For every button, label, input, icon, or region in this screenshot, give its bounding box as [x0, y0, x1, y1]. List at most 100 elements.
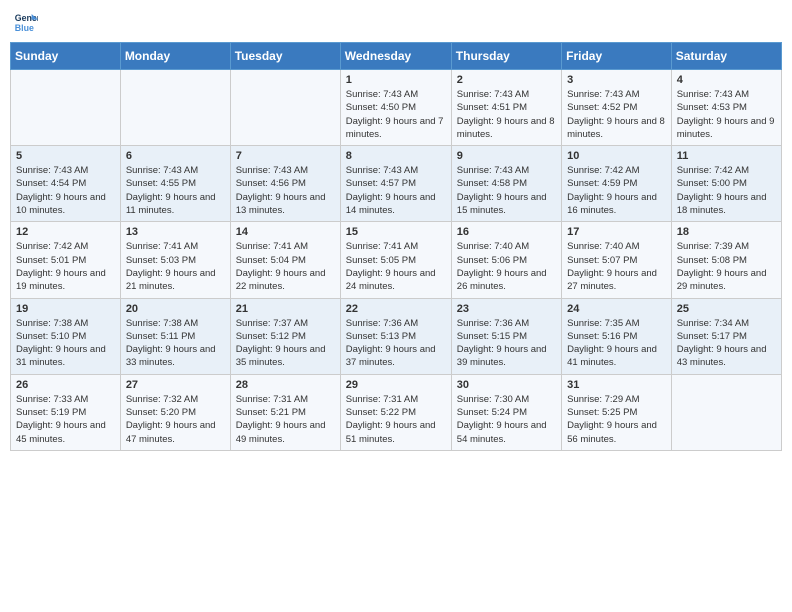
calendar-cell: 24 Sunrise: 7:35 AM Sunset: 5:16 PM Dayli… [562, 298, 672, 374]
day-number: 6 [126, 150, 225, 162]
calendar-cell: 2 Sunrise: 7:43 AM Sunset: 4:51 PM Daylig… [451, 70, 561, 146]
column-header-friday: Friday [562, 43, 672, 70]
day-info: Sunrise: 7:29 AM Sunset: 5:25 PM Dayligh… [567, 393, 666, 446]
day-info: Sunrise: 7:41 AM Sunset: 5:04 PM Dayligh… [236, 240, 335, 293]
day-number: 21 [236, 303, 335, 315]
calendar-cell: 30 Sunrise: 7:30 AM Sunset: 5:24 PM Dayli… [451, 374, 561, 450]
calendar-cell: 14Sunrise: 7:41 AM Sunset: 5:04 PM Dayli… [230, 222, 340, 298]
calendar-cell [11, 70, 121, 146]
calendar-cell: 27 Sunrise: 7:32 AM Sunset: 5:20 PM Dayli… [120, 374, 230, 450]
day-number: 9 [457, 150, 556, 162]
calendar-cell: 22Sunrise: 7:36 AM Sunset: 5:13 PM Dayli… [340, 298, 451, 374]
day-number: 17 [567, 226, 666, 238]
day-info: Sunrise: 7:42 AM Sunset: 5:00 PM Dayligh… [677, 164, 776, 217]
day-info: Sunrise: 7:30 AM Sunset: 5:24 PM Dayligh… [457, 393, 556, 446]
day-info: Sunrise: 7:31 AM Sunset: 5:22 PM Dayligh… [346, 393, 446, 446]
day-number: 12 [16, 226, 115, 238]
day-info: Sunrise: 7:32 AM Sunset: 5:20 PM Dayligh… [126, 393, 225, 446]
calendar-cell: 5 Sunrise: 7:43 AM Sunset: 4:54 PM Daylig… [11, 146, 121, 222]
calendar-cell: 20 Sunrise: 7:38 AM Sunset: 5:11 PM Dayli… [120, 298, 230, 374]
calendar-cell: 19 Sunrise: 7:38 AM Sunset: 5:10 PM Dayli… [11, 298, 121, 374]
day-info: Sunrise: 7:38 AM Sunset: 5:10 PM Dayligh… [16, 317, 115, 370]
day-info: Sunrise: 7:41 AM Sunset: 5:05 PM Dayligh… [346, 240, 446, 293]
day-number: 25 [677, 303, 776, 315]
day-number: 22 [346, 303, 446, 315]
calendar-cell: 11 Sunrise: 7:42 AM Sunset: 5:00 PM Dayli… [671, 146, 781, 222]
column-header-wednesday: Wednesday [340, 43, 451, 70]
page-header: General Blue [10, 10, 782, 34]
calendar-cell: 3 Sunrise: 7:43 AM Sunset: 4:52 PM Daylig… [562, 70, 672, 146]
calendar-week-2: 5 Sunrise: 7:43 AM Sunset: 4:54 PM Daylig… [11, 146, 782, 222]
calendar-cell: 29 Sunrise: 7:31 AM Sunset: 5:22 PM Dayli… [340, 374, 451, 450]
day-number: 4 [677, 74, 776, 86]
calendar-cell: 8Sunrise: 7:43 AM Sunset: 4:57 PM Daylig… [340, 146, 451, 222]
day-info: Sunrise: 7:43 AM Sunset: 4:55 PM Dayligh… [126, 164, 225, 217]
day-number: 3 [567, 74, 666, 86]
day-info: Sunrise: 7:35 AM Sunset: 5:16 PM Dayligh… [567, 317, 666, 370]
day-number: 15 [346, 226, 446, 238]
day-number: 24 [567, 303, 666, 315]
calendar-cell [120, 70, 230, 146]
day-info: Sunrise: 7:40 AM Sunset: 5:07 PM Dayligh… [567, 240, 666, 293]
calendar-cell: 9 Sunrise: 7:43 AM Sunset: 4:58 PM Daylig… [451, 146, 561, 222]
calendar-header-row: SundayMondayTuesdayWednesdayThursdayFrid… [11, 43, 782, 70]
calendar-cell: 1Sunrise: 7:43 AM Sunset: 4:50 PM Daylig… [340, 70, 451, 146]
day-info: Sunrise: 7:34 AM Sunset: 5:17 PM Dayligh… [677, 317, 776, 370]
day-number: 11 [677, 150, 776, 162]
day-number: 31 [567, 379, 666, 391]
column-header-saturday: Saturday [671, 43, 781, 70]
column-header-sunday: Sunday [11, 43, 121, 70]
day-info: Sunrise: 7:38 AM Sunset: 5:11 PM Dayligh… [126, 317, 225, 370]
calendar-cell: 7 Sunrise: 7:43 AM Sunset: 4:56 PM Daylig… [230, 146, 340, 222]
day-info: Sunrise: 7:43 AM Sunset: 4:54 PM Dayligh… [16, 164, 115, 217]
day-info: Sunrise: 7:43 AM Sunset: 4:53 PM Dayligh… [677, 88, 776, 141]
calendar-week-3: 12 Sunrise: 7:42 AM Sunset: 5:01 PM Dayli… [11, 222, 782, 298]
day-info: Sunrise: 7:43 AM Sunset: 4:58 PM Dayligh… [457, 164, 556, 217]
calendar-cell: 28 Sunrise: 7:31 AM Sunset: 5:21 PM Dayli… [230, 374, 340, 450]
day-number: 30 [457, 379, 556, 391]
calendar-week-1: 1Sunrise: 7:43 AM Sunset: 4:50 PM Daylig… [11, 70, 782, 146]
day-number: 16 [457, 226, 556, 238]
column-header-tuesday: Tuesday [230, 43, 340, 70]
calendar-cell: 12 Sunrise: 7:42 AM Sunset: 5:01 PM Dayli… [11, 222, 121, 298]
calendar-cell: 17 Sunrise: 7:40 AM Sunset: 5:07 PM Dayli… [562, 222, 672, 298]
day-info: Sunrise: 7:43 AM Sunset: 4:51 PM Dayligh… [457, 88, 556, 141]
calendar-cell: 15 Sunrise: 7:41 AM Sunset: 5:05 PM Dayli… [340, 222, 451, 298]
day-info: Sunrise: 7:43 AM Sunset: 4:50 PM Dayligh… [346, 88, 446, 141]
calendar-cell: 26 Sunrise: 7:33 AM Sunset: 5:19 PM Dayli… [11, 374, 121, 450]
day-number: 27 [126, 379, 225, 391]
calendar-week-4: 19 Sunrise: 7:38 AM Sunset: 5:10 PM Dayli… [11, 298, 782, 374]
calendar-table: SundayMondayTuesdayWednesdayThursdayFrid… [10, 42, 782, 451]
calendar-cell: 25 Sunrise: 7:34 AM Sunset: 5:17 PM Dayli… [671, 298, 781, 374]
day-number: 13 [126, 226, 225, 238]
day-info: Sunrise: 7:40 AM Sunset: 5:06 PM Dayligh… [457, 240, 556, 293]
day-info: Sunrise: 7:43 AM Sunset: 4:52 PM Dayligh… [567, 88, 666, 141]
day-info: Sunrise: 7:37 AM Sunset: 5:12 PM Dayligh… [236, 317, 335, 370]
day-info: Sunrise: 7:31 AM Sunset: 5:21 PM Dayligh… [236, 393, 335, 446]
calendar-cell: 18Sunrise: 7:39 AM Sunset: 5:08 PM Dayli… [671, 222, 781, 298]
calendar-cell: 13Sunrise: 7:41 AM Sunset: 5:03 PM Dayli… [120, 222, 230, 298]
calendar-cell: 10Sunrise: 7:42 AM Sunset: 4:59 PM Dayli… [562, 146, 672, 222]
calendar-cell: 31 Sunrise: 7:29 AM Sunset: 5:25 PM Dayli… [562, 374, 672, 450]
calendar-cell: 6 Sunrise: 7:43 AM Sunset: 4:55 PM Daylig… [120, 146, 230, 222]
day-number: 2 [457, 74, 556, 86]
day-info: Sunrise: 7:36 AM Sunset: 5:15 PM Dayligh… [457, 317, 556, 370]
day-info: Sunrise: 7:33 AM Sunset: 5:19 PM Dayligh… [16, 393, 115, 446]
day-number: 19 [16, 303, 115, 315]
calendar-cell [230, 70, 340, 146]
calendar-cell: 23Sunrise: 7:36 AM Sunset: 5:15 PM Dayli… [451, 298, 561, 374]
day-info: Sunrise: 7:39 AM Sunset: 5:08 PM Dayligh… [677, 240, 776, 293]
day-number: 29 [346, 379, 446, 391]
day-number: 5 [16, 150, 115, 162]
day-number: 20 [126, 303, 225, 315]
day-info: Sunrise: 7:43 AM Sunset: 4:56 PM Dayligh… [236, 164, 335, 217]
calendar-cell [671, 374, 781, 450]
logo: General Blue [14, 10, 38, 34]
day-number: 28 [236, 379, 335, 391]
logo-icon: General Blue [14, 10, 38, 34]
day-number: 26 [16, 379, 115, 391]
column-header-monday: Monday [120, 43, 230, 70]
day-number: 7 [236, 150, 335, 162]
calendar-week-5: 26 Sunrise: 7:33 AM Sunset: 5:19 PM Dayli… [11, 374, 782, 450]
day-info: Sunrise: 7:42 AM Sunset: 5:01 PM Dayligh… [16, 240, 115, 293]
